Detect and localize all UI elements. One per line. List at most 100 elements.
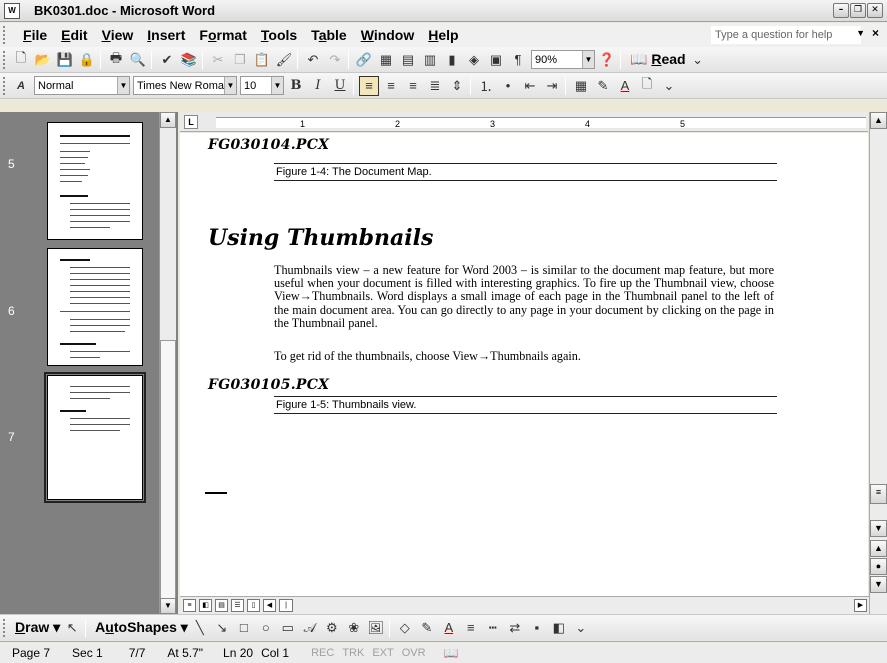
decrease-indent-icon[interactable]: ⇤	[520, 76, 540, 96]
dash-style-icon[interactable]: ┅	[483, 618, 503, 638]
chevron-down-icon[interactable]: ▼	[582, 51, 594, 68]
vertical-scrollbar[interactable]: ▲ ≡ ▼ ▲ ● ▼	[869, 112, 887, 614]
menu-table[interactable]: Table	[311, 27, 347, 43]
thumbnail-scrollbar[interactable]: ▲ ▼	[159, 112, 176, 614]
document-area[interactable]: FG030104.PCX Figure 1-4: The Document Ma…	[180, 133, 868, 596]
horizontal-ruler[interactable]: L 1 2 3 4 5	[180, 112, 868, 132]
spelling-icon[interactable]: ✔	[157, 50, 177, 70]
align-right-icon[interactable]: ≡	[403, 76, 423, 96]
open-folder-icon[interactable]: 📂	[33, 50, 53, 70]
minimize-button[interactable]: –	[833, 3, 849, 18]
spelling-status-icon[interactable]: 📖	[444, 646, 459, 660]
clip-art-icon[interactable]: ❀	[344, 618, 364, 638]
bullets-icon[interactable]: •	[498, 76, 518, 96]
arrow-style-icon[interactable]: ⇄	[505, 618, 525, 638]
menu-format[interactable]: Format	[199, 27, 246, 43]
3d-style-icon[interactable]: ◧	[549, 618, 569, 638]
hyperlink-icon[interactable]: 🔗	[354, 50, 374, 70]
research-icon[interactable]: 📚	[179, 50, 199, 70]
drawing-icon[interactable]: ◈	[464, 50, 484, 70]
scroll-thumb[interactable]: ≡	[870, 484, 887, 504]
style-select[interactable]: Normal ▼	[34, 76, 130, 95]
normal-view-icon[interactable]: ≡	[183, 599, 196, 612]
outline-view-icon[interactable]: ☰	[231, 599, 244, 612]
shadow-style-icon[interactable]: ▪	[527, 618, 547, 638]
save-icon[interactable]: 💾	[55, 50, 75, 70]
columns-icon[interactable]: ▮	[442, 50, 462, 70]
close-document-button[interactable]: ×	[872, 26, 879, 40]
align-center-icon[interactable]: ≡	[381, 76, 401, 96]
status-ext[interactable]: EXT	[372, 647, 393, 659]
toolbar-options-icon[interactable]: ⌄	[688, 50, 708, 70]
line-color-icon[interactable]: ✎	[417, 618, 437, 638]
scroll-left-icon[interactable]: ◀	[263, 599, 276, 612]
ask-dropdown-icon[interactable]: ▼	[856, 28, 865, 38]
read-button[interactable]: 📖 Read	[630, 51, 686, 68]
format-painter-icon[interactable]: 🖌	[274, 50, 294, 70]
next-page-icon[interactable]: ▼	[870, 576, 887, 593]
draw-menu-button[interactable]: Draw ▾	[15, 619, 60, 636]
menu-file[interactable]: File	[23, 27, 47, 43]
menu-edit[interactable]: Edit	[61, 27, 87, 43]
font-size-select[interactable]: 10 ▼	[240, 76, 284, 95]
scroll-thumb[interactable]: |	[279, 599, 293, 612]
print-icon[interactable]: 🖶	[106, 50, 126, 70]
web-layout-icon[interactable]: ◧	[199, 599, 212, 612]
previous-page-icon[interactable]: ▲	[870, 540, 887, 557]
insert-excel-icon[interactable]: ▥	[420, 50, 440, 70]
permission-icon[interactable]: 🔒	[77, 50, 97, 70]
reading-layout-icon[interactable]: ▯	[247, 599, 260, 612]
numbering-icon[interactable]: ⒈	[476, 76, 496, 96]
diagram-icon[interactable]: ⚙	[322, 618, 342, 638]
line-style-icon[interactable]: ≡	[461, 618, 481, 638]
scroll-right-icon[interactable]: ▶	[854, 599, 867, 612]
menu-grip[interactable]	[3, 26, 9, 44]
align-left-icon[interactable]: ≡	[359, 75, 379, 96]
line-spacing-icon[interactable]: ⇕	[447, 76, 467, 96]
borders-icon[interactable]: ▦	[571, 76, 591, 96]
document-map-icon[interactable]: ▣	[486, 50, 506, 70]
text-box-icon[interactable]: ▭	[278, 618, 298, 638]
oval-icon[interactable]: ○	[256, 618, 276, 638]
show-hide-icon[interactable]: ¶	[508, 50, 528, 70]
tables-borders-icon[interactable]: ▦	[376, 50, 396, 70]
font-color-icon[interactable]: A	[615, 76, 635, 96]
menu-help[interactable]: Help	[428, 27, 458, 43]
status-trk[interactable]: TRK	[342, 647, 364, 659]
tab-selector[interactable]: L	[184, 115, 198, 129]
rectangle-icon[interactable]: □	[234, 618, 254, 638]
toolbar-options-icon[interactable]: ⌄	[659, 76, 679, 96]
zoom-select[interactable]: 90% ▼	[531, 50, 595, 69]
new-document-icon[interactable]: 🗋	[11, 50, 31, 70]
insert-table-icon[interactable]: ▤	[398, 50, 418, 70]
paste-icon[interactable]: 📋	[252, 50, 272, 70]
scroll-up-icon[interactable]: ▲	[160, 112, 176, 128]
ask-question-box[interactable]: Type a question for help	[711, 26, 861, 44]
line-icon[interactable]: ╲	[190, 618, 210, 638]
page-setup-icon[interactable]: 🗋	[637, 76, 657, 96]
help-icon[interactable]: ❓	[597, 50, 617, 70]
ruler-scale[interactable]	[216, 117, 866, 128]
font-color-icon[interactable]: A	[439, 618, 459, 638]
fill-color-icon[interactable]: ◇	[395, 618, 415, 638]
restore-button[interactable]: ❐	[850, 3, 866, 18]
wordart-icon[interactable]: 𝒜	[300, 618, 320, 638]
arrow-icon[interactable]: ↘	[212, 618, 232, 638]
scroll-thumb[interactable]	[160, 340, 176, 602]
menu-insert[interactable]: Insert	[147, 27, 185, 43]
toolbar-grip[interactable]	[3, 50, 9, 69]
chevron-down-icon[interactable]: ▼	[271, 77, 283, 94]
scroll-down-icon[interactable]: ▼	[160, 598, 176, 614]
close-window-button[interactable]: ✕	[867, 3, 883, 18]
justify-icon[interactable]: ≣	[425, 76, 445, 96]
chevron-down-icon[interactable]: ▼	[117, 77, 129, 94]
print-layout-icon[interactable]: ▤	[215, 599, 228, 612]
print-preview-icon[interactable]: 🔍	[128, 50, 148, 70]
increase-indent-icon[interactable]: ⇥	[542, 76, 562, 96]
status-rec[interactable]: REC	[311, 647, 334, 659]
status-ovr[interactable]: OVR	[402, 647, 426, 659]
undo-icon[interactable]: ↶	[303, 50, 323, 70]
select-browse-object-icon[interactable]: ●	[870, 558, 887, 575]
word-app-icon[interactable]: W	[4, 2, 20, 19]
font-select[interactable]: Times New Roman ▼	[133, 76, 237, 95]
